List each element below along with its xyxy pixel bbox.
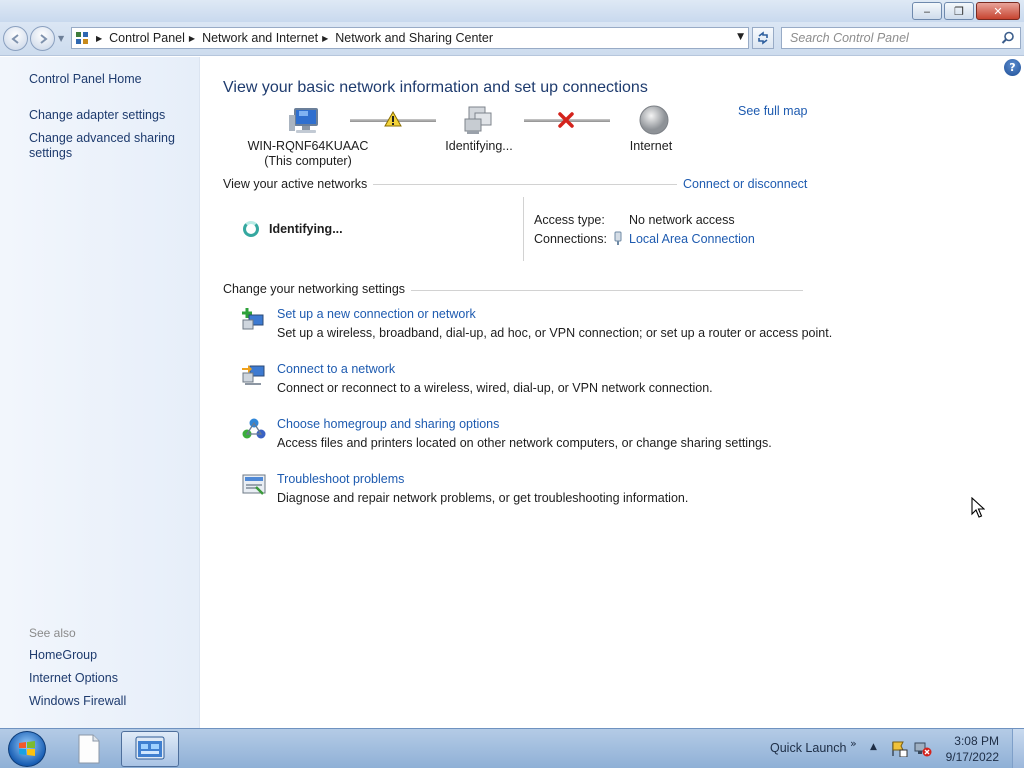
refresh-icon (758, 31, 768, 45)
connections-label: Connections: (534, 232, 607, 246)
setup-connection-link[interactable]: Set up a new connection or network (277, 307, 832, 321)
globe-icon (638, 104, 670, 139)
address-bar[interactable]: ▶ Control Panel ▶ Network and Internet ▶… (71, 27, 749, 49)
document-icon (78, 734, 100, 764)
address-history-dropdown[interactable]: ▼ (737, 32, 744, 42)
system-clock[interactable]: 3:08 PM 9/17/2022 (946, 733, 999, 765)
taskbar-item-explorer[interactable] (60, 731, 118, 767)
breadcrumb-control-panel[interactable]: Control Panel (109, 31, 185, 45)
computer-name: WIN-RQNF64KUAAC (247, 139, 369, 153)
task-troubleshoot: Troubleshoot problems Diagnose and repai… (241, 472, 688, 505)
map-node-this-computer[interactable]: WIN-RQNF64KUAAC (This computer) (245, 139, 371, 169)
breadcrumb-network-and-internet[interactable]: Network and Internet (202, 31, 318, 45)
troubleshoot-description: Diagnose and repair network problems, or… (277, 491, 689, 505)
map-node-internet[interactable]: Internet (611, 139, 691, 154)
sidebar-link-homegroup[interactable]: HomeGroup (29, 648, 97, 663)
minimize-button[interactable]: ‒ (912, 2, 942, 20)
active-network-name: Identifying... (269, 222, 343, 236)
computer-subtitle: (This computer) (264, 154, 352, 168)
network-disconnected-tray-icon[interactable] (914, 741, 932, 760)
section-divider (401, 290, 803, 291)
map-node-network[interactable]: Identifying... (429, 139, 529, 154)
action-center-icon[interactable] (890, 741, 908, 760)
close-button[interactable]: ✕ (976, 2, 1020, 20)
page-title: View your basic network information and … (223, 79, 648, 96)
window-controls: ‒ ❐ ✕ (910, 2, 1020, 20)
see-also-header: See also (29, 626, 76, 640)
access-type-label: Access type: (534, 213, 605, 227)
new-connection-icon (242, 308, 264, 330)
navigation-toolbar: ▼ ▶ Control Panel ▶ Network and Internet… (0, 22, 1024, 56)
access-type-value: No network access (629, 213, 735, 227)
breadcrumb-separator[interactable]: ▶ (189, 34, 195, 43)
mouse-cursor-icon (971, 497, 985, 518)
troubleshoot-link[interactable]: Troubleshoot problems (277, 472, 688, 486)
connect-network-icon (242, 365, 265, 385)
taskbar-item-control-panel[interactable] (121, 731, 179, 767)
ethernet-icon (613, 231, 623, 249)
forward-button[interactable] (30, 26, 55, 51)
clock-date: 9/17/2022 (945, 750, 999, 764)
vertical-divider (523, 197, 524, 261)
disconnected-x-icon[interactable] (558, 112, 574, 131)
homegroup-sharing-link[interactable]: Choose homegroup and sharing options (277, 417, 772, 431)
sidebar-link-internet-options[interactable]: Internet Options (29, 671, 118, 686)
arrow-right-icon (39, 33, 48, 44)
clock-time: 3:08 PM (954, 734, 999, 748)
homegroup-icon (242, 418, 266, 439)
window-titlebar[interactable]: ‒ ❐ ✕ (0, 0, 1024, 22)
show-hidden-icons-button[interactable]: ▲ (870, 742, 877, 752)
setup-connection-description: Set up a wireless, broadband, dial-up, a… (277, 326, 833, 340)
taskbar: Quick Launch » ▲ 3:08 PM 9/17/2022 (0, 728, 1024, 768)
start-button[interactable] (8, 731, 46, 767)
search-input[interactable] (790, 31, 990, 45)
network-icon (463, 105, 497, 140)
warning-icon[interactable] (384, 110, 402, 130)
help-button[interactable]: ? (1004, 59, 1021, 76)
refresh-button[interactable] (752, 27, 774, 49)
windows-logo-icon (19, 741, 35, 756)
control-panel-icon (72, 28, 92, 48)
sidebar-link-change-advanced-sharing[interactable]: Change advanced sharing settings (29, 131, 179, 161)
quick-launch-label[interactable]: Quick Launch (770, 741, 846, 755)
connect-to-network-description: Connect or reconnect to a wireless, wire… (277, 381, 713, 395)
recent-pages-dropdown[interactable]: ▼ (58, 34, 64, 43)
section-divider (361, 184, 677, 185)
homegroup-sharing-description: Access files and printers located on oth… (277, 436, 772, 450)
task-homegroup: Choose homegroup and sharing options Acc… (241, 417, 772, 450)
breadcrumb-separator[interactable]: ▶ (96, 34, 102, 43)
breadcrumb-separator[interactable]: ▶ (322, 34, 328, 43)
breadcrumb-network-and-sharing-center[interactable]: Network and Sharing Center (335, 31, 493, 45)
sidebar-link-change-adapter-settings[interactable]: Change adapter settings (29, 108, 165, 123)
active-network: Identifying... (243, 221, 343, 237)
networking-settings-header: Change your networking settings (223, 282, 412, 296)
task-setup-connection: Set up a new connection or network Set u… (241, 307, 832, 340)
main-content: ? View your basic network information an… (201, 57, 1024, 728)
maximize-button[interactable]: ❐ (944, 2, 974, 20)
active-networks-header: View your active networks (223, 177, 374, 191)
arrow-left-icon (10, 33, 19, 44)
search-icon[interactable] (1001, 31, 1015, 45)
sidebar: Control Panel Home Change adapter settin… (0, 57, 200, 728)
control-panel-window-icon (135, 736, 165, 760)
connect-or-disconnect-link[interactable]: Connect or disconnect (683, 177, 807, 191)
sidebar-link-control-panel-home[interactable]: Control Panel Home (29, 72, 142, 87)
quick-launch-chevron[interactable]: » (850, 737, 857, 750)
search-box[interactable] (781, 27, 1021, 49)
task-connect-network: Connect to a network Connect or reconnec… (241, 362, 713, 395)
computer-icon (289, 105, 323, 140)
back-button[interactable] (3, 26, 28, 51)
troubleshoot-icon (242, 474, 266, 495)
sidebar-link-windows-firewall[interactable]: Windows Firewall (29, 694, 126, 709)
local-area-connection-link[interactable]: Local Area Connection (629, 232, 755, 246)
identifying-spinner-icon (243, 221, 259, 237)
show-desktop-button[interactable] (1012, 729, 1024, 768)
see-full-map-link[interactable]: See full map (738, 104, 807, 118)
connect-to-network-link[interactable]: Connect to a network (277, 362, 713, 376)
